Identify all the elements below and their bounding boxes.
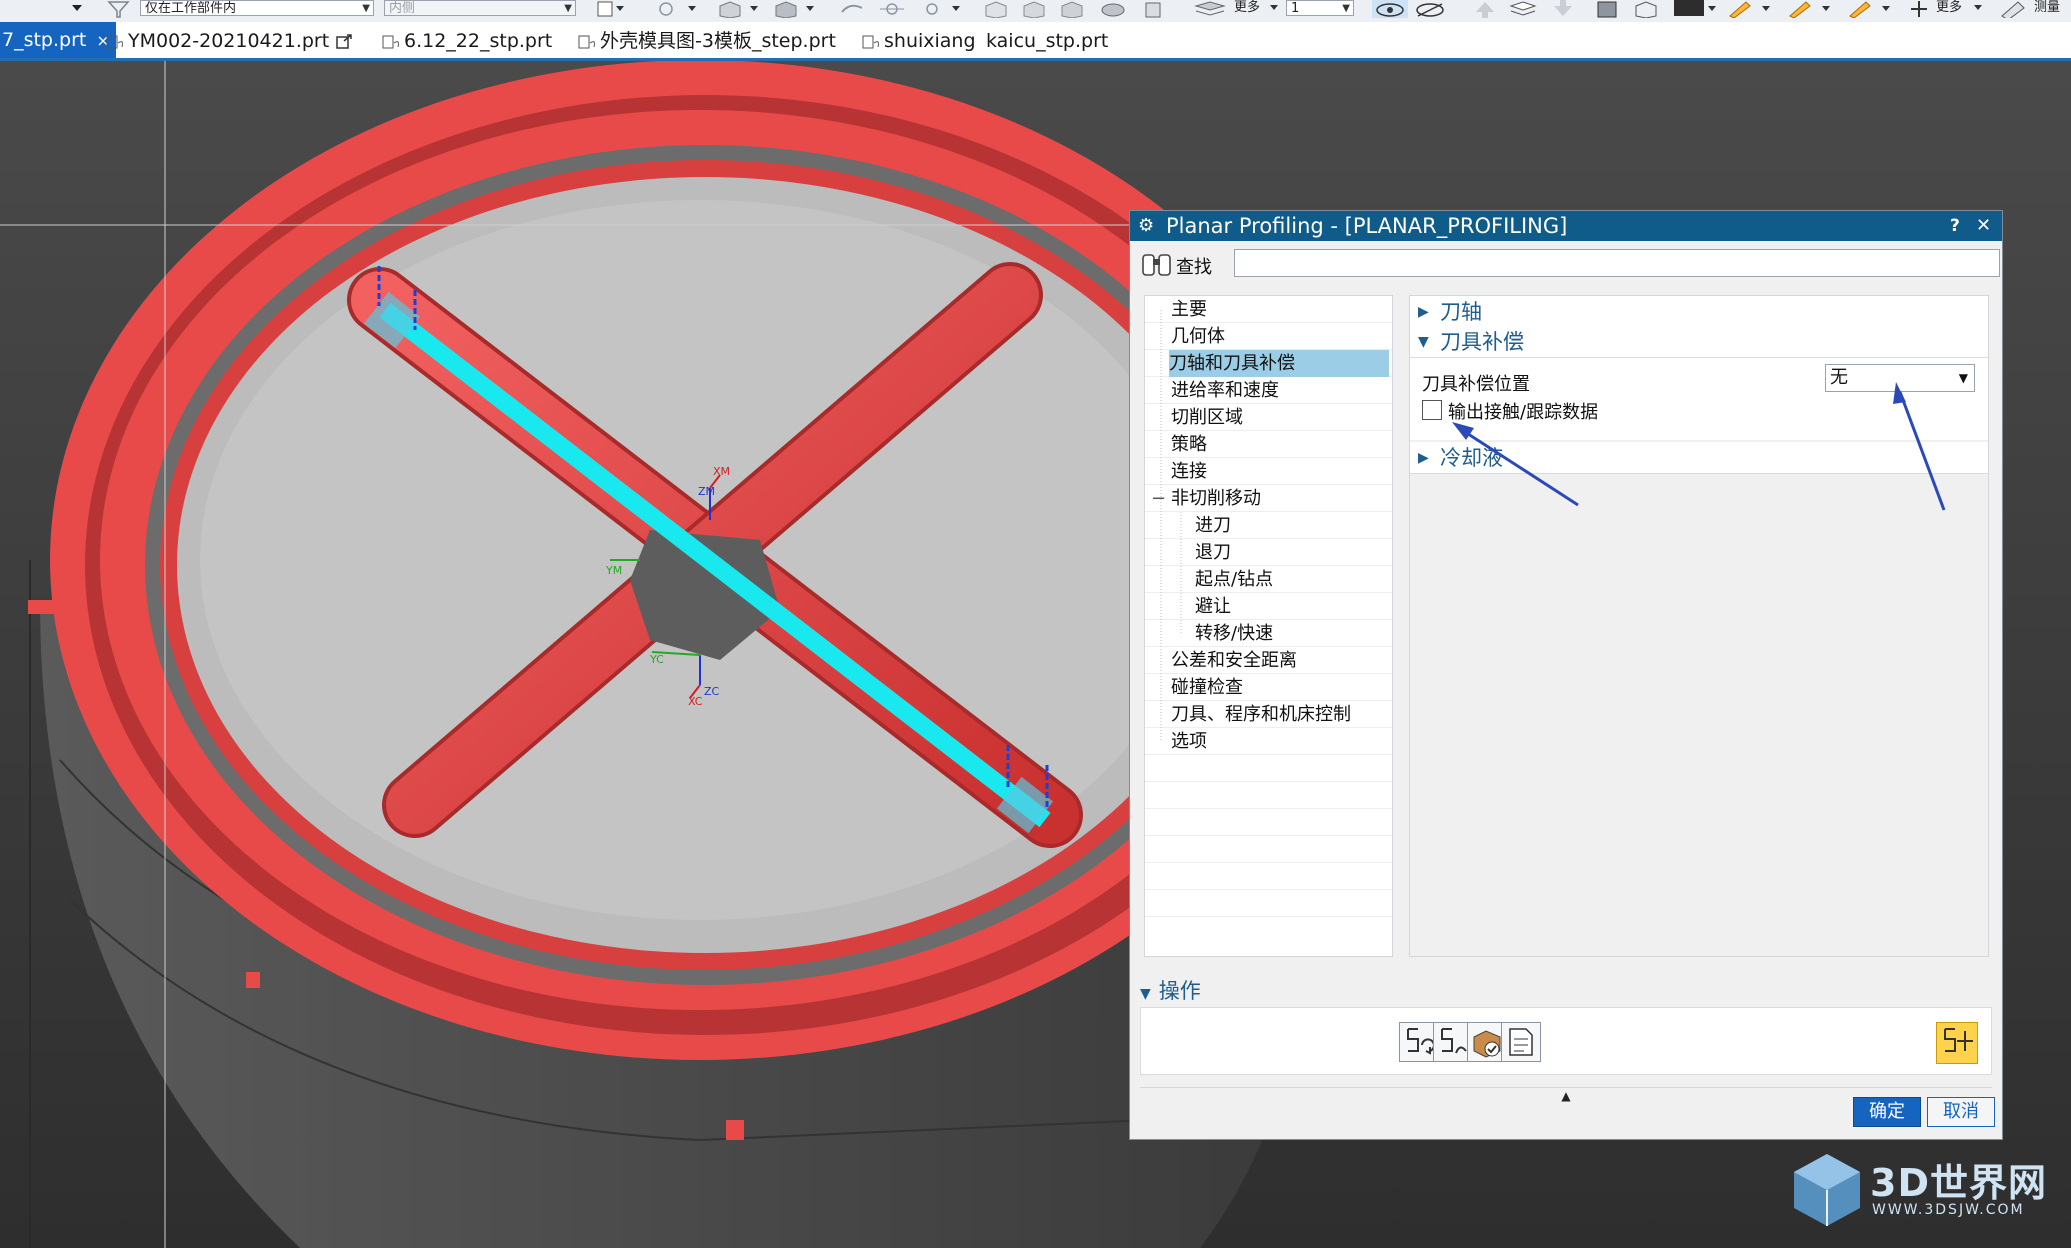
annotation-arrowhead-2 (1893, 382, 1906, 404)
annotation-arrow-2 (1898, 391, 1946, 511)
site-watermark: 3D世界网 WWW.3DSJW.COM (1780, 1150, 2060, 1230)
watermark-main: 3D世界网 (1870, 1161, 2047, 1205)
cube-logo-icon (1794, 1154, 1860, 1226)
watermark-sub: WWW.3DSJW.COM (1872, 1202, 2025, 1218)
annotation-arrow-1 (1461, 428, 1579, 507)
annotation-arrows (1452, 382, 1946, 511)
